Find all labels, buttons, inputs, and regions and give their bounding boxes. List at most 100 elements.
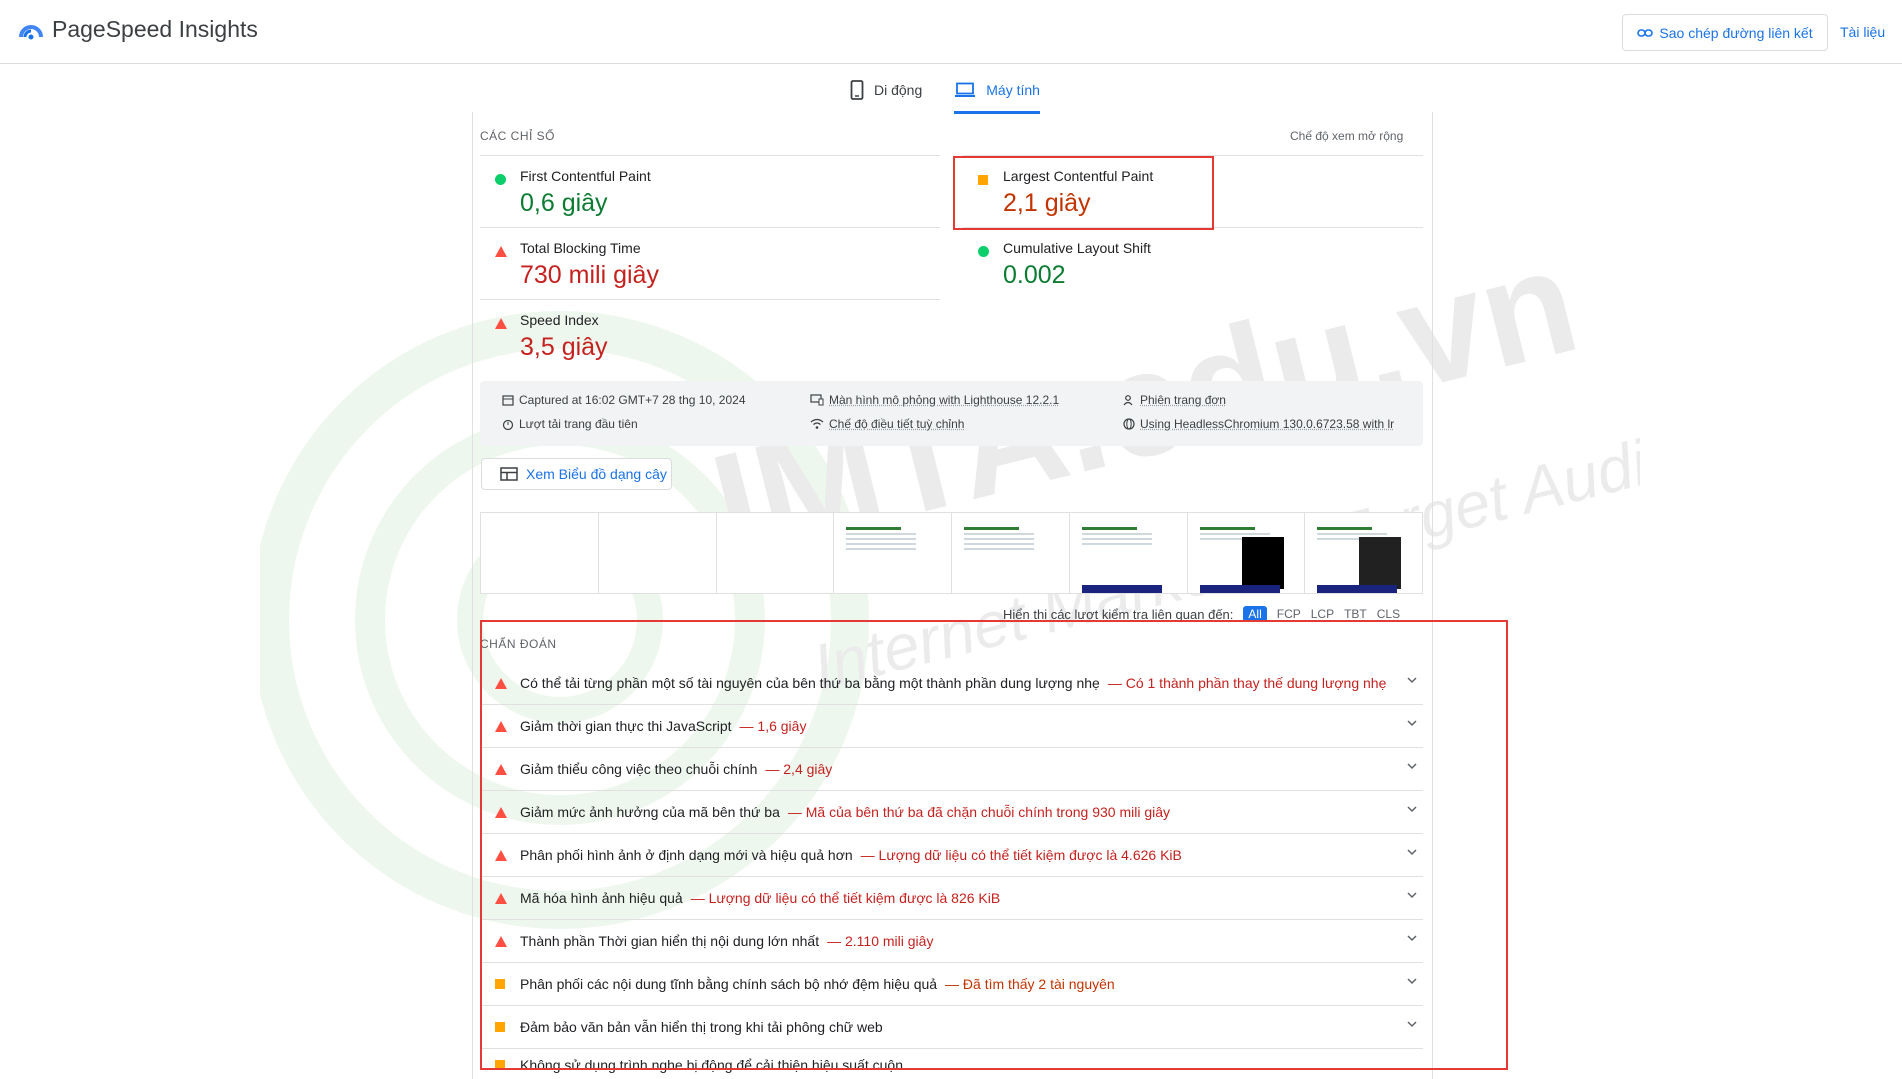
- audit-item[interactable]: Phân phối hình ảnh ở định dạng mới và hi…: [480, 834, 1423, 877]
- filter-cls[interactable]: CLS: [1377, 607, 1400, 621]
- audit-item[interactable]: Phân phối các nội dung tĩnh bằng chính s…: [480, 963, 1423, 1006]
- audit-display-value: — Lượng dữ liệu có thể tiết kiệm được là…: [860, 847, 1182, 863]
- chevron-down-icon: [1407, 1021, 1417, 1028]
- emulation-info[interactable]: Màn hình mô phỏng with Lighthouse 12.2.1: [810, 393, 1059, 407]
- audit-title: Giảm thời gian thực thi JavaScript: [520, 718, 732, 734]
- average-square-icon: [480, 979, 520, 989]
- good-dot-icon: [495, 172, 506, 190]
- filmstrip-frame: [480, 512, 598, 594]
- poor-triangle-icon: [495, 244, 507, 262]
- metrics-heading: CÁC CHỈ SỐ: [480, 129, 556, 143]
- audit-title: Giảm mức ảnh hưởng của mã bên thứ ba: [520, 804, 780, 820]
- metric-value: 3,5 giây: [520, 333, 608, 361]
- metric-value: 730 mili giây: [520, 261, 659, 289]
- audit-display-value: — Có 1 thành phần thay thế dung lượng nh…: [1107, 675, 1387, 691]
- chevron-down-icon: [1407, 978, 1417, 985]
- audit-item[interactable]: Giảm thời gian thực thi JavaScript — 1,6…: [480, 705, 1423, 748]
- audit-title: Mã hóa hình ảnh hiệu quả: [520, 890, 683, 906]
- audit-title: Phân phối hình ảnh ở định dạng mới và hi…: [520, 847, 853, 863]
- diagnostics-heading: CHẨN ĐOÁN: [480, 637, 557, 651]
- fail-triangle-icon: [480, 892, 520, 904]
- fail-triangle-icon: [480, 677, 520, 689]
- filter-tbt[interactable]: TBT: [1344, 607, 1367, 621]
- treemap-label: Xem Biểu đồ dạng cây: [526, 466, 667, 482]
- metric-value: 2,1 giây: [1003, 189, 1091, 217]
- audit-title: Phân phối các nội dung tĩnh bằng chính s…: [520, 976, 938, 992]
- chevron-down-icon: [1407, 763, 1417, 770]
- copy-link-button[interactable]: Sao chép đường liên kết: [1622, 14, 1828, 51]
- expand-view-toggle[interactable]: Chế độ xem mở rộng: [1290, 129, 1403, 143]
- tab-mobile-label: Di động: [874, 82, 923, 98]
- metric-label: Cumulative Layout Shift: [1003, 240, 1151, 256]
- treemap-icon: [500, 467, 518, 481]
- audit-display-value: — Lượng dữ liệu có thể tiết kiệm được là…: [690, 890, 1001, 906]
- filter-all[interactable]: All: [1243, 606, 1267, 622]
- metric-value: 0,6 giây: [520, 189, 608, 217]
- average-square-icon: [480, 1060, 520, 1070]
- metric-fcp: First Contentful Paint 0,6 giây: [480, 155, 940, 227]
- app-title: PageSpeed Insights: [52, 16, 258, 42]
- audit-title: Có thể tải từng phần một số tài nguyên c…: [520, 675, 1100, 691]
- filter-label: Hiển thị các lượt kiểm tra liên quan đến…: [1003, 606, 1234, 622]
- audit-display-value: — Đã tìm thấy 2 tài nguyên: [945, 976, 1115, 992]
- audit-item[interactable]: Giảm mức ảnh hưởng của mã bên thứ ba — M…: [480, 791, 1423, 834]
- audit-display-value: — Mã của bên thứ ba đã chặn chuỗi chính …: [787, 804, 1171, 820]
- wifi-icon: [810, 418, 824, 429]
- session-info[interactable]: Phiên trang đơn: [1123, 393, 1226, 407]
- filmstrip-frame: [1068, 512, 1187, 594]
- metric-tbt: Total Blocking Time 730 mili giây: [480, 227, 940, 299]
- fail-triangle-icon: [480, 806, 520, 818]
- chevron-down-icon: [1407, 935, 1417, 942]
- tab-desktop[interactable]: Máy tính: [954, 76, 1040, 114]
- metric-si: Speed Index 3,5 giây: [480, 299, 940, 371]
- calendar-icon: [502, 395, 514, 406]
- person-icon: [1123, 395, 1133, 406]
- audit-item[interactable]: Đảm bảo văn bản vẫn hiển thị trong khi t…: [480, 1006, 1423, 1049]
- tab-mobile[interactable]: Di động: [850, 76, 922, 114]
- metric-label: First Contentful Paint: [520, 168, 651, 184]
- filmstrip-frame: [951, 512, 1069, 594]
- audit-title: Đảm bảo văn bản vẫn hiển thị trong khi t…: [520, 1019, 883, 1035]
- audit-title: Không sử dụng trình nghe bị động để cải …: [520, 1057, 903, 1073]
- app-logo[interactable]: PageSpeed Insights: [18, 16, 258, 43]
- tab-desktop-label: Máy tính: [986, 82, 1040, 98]
- view-treemap-button[interactable]: Xem Biểu đồ dạng cây: [481, 458, 672, 490]
- throttling-info[interactable]: Chế độ điều tiết tuỳ chỉnh: [810, 417, 964, 431]
- filter-fcp[interactable]: FCP: [1277, 607, 1301, 621]
- metric-label: Total Blocking Time: [520, 240, 641, 256]
- filmstrip-frame: [1186, 512, 1305, 594]
- fail-triangle-icon: [480, 763, 520, 775]
- link-icon: [1637, 28, 1654, 37]
- metric-lcp: Largest Contentful Paint 2,1 giây: [963, 155, 1423, 227]
- audit-item[interactable]: Có thể tải từng phần một số tài nguyên c…: [480, 662, 1423, 705]
- filmstrip: [480, 512, 1423, 594]
- audit-item[interactable]: Giảm thiểu công việc theo chuỗi chính — …: [480, 748, 1423, 791]
- filmstrip-frame: [715, 512, 834, 594]
- pagespeed-logo-icon: [19, 24, 43, 39]
- audit-item[interactable]: Không sử dụng trình nghe bị động để cải …: [480, 1049, 1423, 1079]
- diagnostics-list: Có thể tải từng phần một số tài nguyên c…: [480, 662, 1423, 1079]
- audit-display-value: — 2,4 giây: [765, 761, 833, 777]
- docs-link[interactable]: Tài liệu: [1840, 24, 1885, 40]
- chevron-down-icon: [1407, 720, 1417, 727]
- audit-item[interactable]: Mã hóa hình ảnh hiệu quả — Lượng dữ liệu…: [480, 877, 1423, 920]
- good-dot-icon: [978, 244, 989, 262]
- captured-info: Captured at 16:02 GMT+7 28 thg 10, 2024: [502, 393, 746, 407]
- runtime-info: Captured at 16:02 GMT+7 28 thg 10, 2024 …: [480, 381, 1423, 446]
- average-square-icon: [978, 172, 988, 190]
- devices-icon: [810, 394, 824, 406]
- filmstrip-frame: [1304, 512, 1423, 594]
- audit-title: Giảm thiểu công việc theo chuỗi chính: [520, 761, 758, 777]
- chevron-down-icon: [1407, 677, 1417, 684]
- audit-filter: Hiển thị các lượt kiểm tra liên quan đến…: [1003, 606, 1400, 622]
- metric-cls: Cumulative Layout Shift 0.002: [963, 227, 1423, 299]
- audit-title: Thành phần Thời gian hiển thị nội dung l…: [520, 933, 820, 949]
- audit-item[interactable]: Thành phần Thời gian hiển thị nội dung l…: [480, 920, 1423, 963]
- session-text: Phiên trang đơn: [1140, 393, 1226, 407]
- first-load-text: Lượt tải trang đầu tiên: [519, 417, 638, 431]
- filter-lcp[interactable]: LCP: [1311, 607, 1334, 621]
- device-tabs: Di động Máy tính: [850, 76, 1040, 114]
- browser-info[interactable]: Using HeadlessChromium 130.0.6723.58 wit…: [1123, 417, 1394, 431]
- metric-value: 0.002: [1003, 261, 1066, 289]
- browser-text: Using HeadlessChromium 130.0.6723.58 wit…: [1140, 417, 1395, 431]
